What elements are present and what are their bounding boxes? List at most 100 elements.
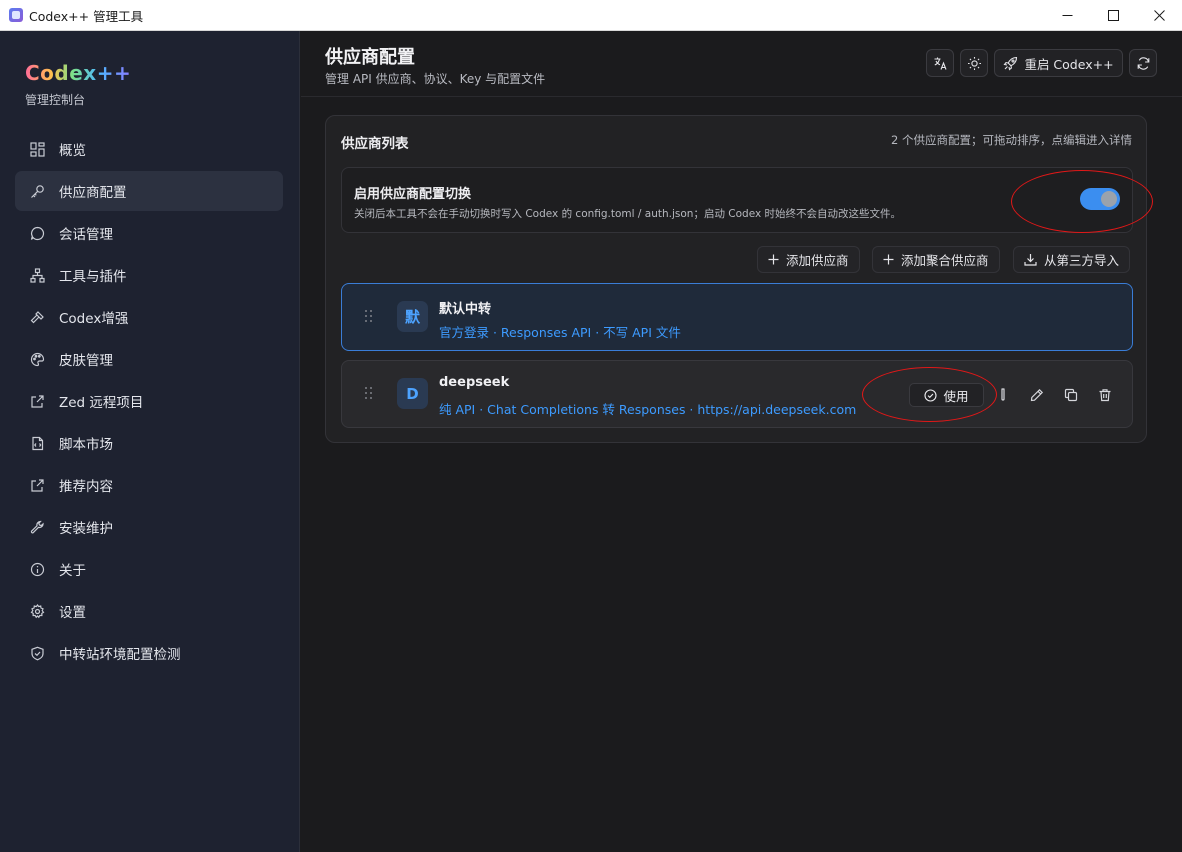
edit-provider-button[interactable] — [1028, 386, 1046, 404]
sidebar-item-sessions[interactable]: 会话管理 — [15, 213, 283, 253]
window-title: Codex++ 管理工具 — [29, 8, 144, 24]
use-button-label: 使用 — [943, 388, 969, 404]
sidebar-item-label: Zed 远程项目 — [59, 395, 144, 411]
restart-codex-button[interactable]: 重启 Codex++ — [994, 49, 1123, 77]
card-title: 供应商列表 — [341, 136, 409, 152]
sidebar-item-tools[interactable]: 工具与插件 — [15, 255, 283, 295]
gear-icon — [29, 603, 45, 619]
sidebar-item-label: 脚本市场 — [59, 437, 113, 453]
sidebar-item-script-market[interactable]: 脚本市场 — [15, 423, 283, 463]
toggle-description: 关闭后本工具不会在手动切换时写入 Codex 的 config.toml / a… — [354, 208, 902, 220]
sidebar-nav: 概览 供应商配置 会话管理 工具与插件 Codex增强 皮肤管理 Zed 远程项… — [15, 129, 283, 675]
delete-provider-button[interactable] — [1096, 386, 1114, 404]
rocket-icon — [1003, 56, 1018, 70]
minimize-button[interactable] — [1044, 0, 1090, 31]
test-tube-icon — [1001, 388, 1005, 401]
provider-switch-toggle[interactable] — [1080, 188, 1120, 210]
sidebar-item-label: 推荐内容 — [59, 479, 113, 495]
external-link-icon — [29, 393, 45, 409]
sidebar-item-label: 关于 — [59, 563, 86, 579]
dashboard-icon — [29, 141, 45, 157]
title-bar: Codex++ 管理工具 — [0, 0, 1182, 31]
info-icon — [29, 561, 45, 577]
add-provider-label: 添加供应商 — [786, 253, 849, 268]
add-provider-button[interactable]: 添加供应商 — [757, 246, 860, 273]
import-third-party-button[interactable]: 从第三方导入 — [1013, 246, 1131, 273]
close-window-button[interactable] — [1136, 0, 1182, 31]
provider-avatar: D — [397, 378, 428, 409]
translate-icon — [934, 57, 947, 70]
provider-description: 纯 API · Chat Completions 转 Responses · h… — [439, 402, 857, 417]
page-header: 供应商配置 管理 API 供应商、协议、Key 与配置文件 重启 Codex++ — [301, 31, 1182, 97]
sidebar-item-label: 皮肤管理 — [59, 353, 113, 369]
download-icon — [1024, 254, 1037, 266]
sidebar-item-provider-config[interactable]: 供应商配置 — [15, 171, 283, 211]
page-subtitle: 管理 API 供应商、协议、Key 与配置文件 — [325, 72, 546, 86]
hammer-icon — [29, 309, 45, 325]
sidebar-item-label: 概览 — [59, 143, 86, 159]
language-button[interactable] — [926, 49, 954, 77]
provider-description: 官方登录 · Responses API · 不写 API 文件 — [439, 325, 681, 340]
add-aggregate-label: 添加聚合供应商 — [901, 253, 989, 268]
toggle-knob — [1101, 191, 1117, 207]
provider-switch-setting: 启用供应商配置切换 关闭后本工具不会在手动切换时写入 Codex 的 confi… — [341, 167, 1133, 233]
palette-icon — [29, 351, 45, 367]
test-provider-button[interactable] — [994, 386, 1012, 404]
chat-icon — [29, 225, 45, 241]
script-icon — [29, 435, 45, 451]
sun-icon — [967, 56, 981, 70]
sidebar-item-recommended[interactable]: 推荐内容 — [15, 465, 283, 505]
page-title: 供应商配置 — [325, 47, 415, 68]
app-logo-icon — [9, 8, 23, 22]
maximize-button[interactable] — [1090, 0, 1136, 31]
network-icon — [29, 267, 45, 283]
provider-name: deepseek — [439, 375, 510, 390]
provider-list-card: 供应商列表 2 个供应商配置；可拖动排序，点编辑进入详情 启用供应商配置切换 关… — [325, 115, 1147, 443]
sidebar-item-label: Codex增强 — [59, 311, 129, 327]
sidebar-item-label: 会话管理 — [59, 227, 113, 243]
sidebar-item-zed-remote[interactable]: Zed 远程项目 — [15, 381, 283, 421]
check-circle-icon — [924, 388, 938, 402]
shield-icon — [29, 645, 45, 661]
import-label: 从第三方导入 — [1044, 253, 1120, 268]
sidebar-item-relay-check[interactable]: 中转站环境配置检测 — [15, 633, 283, 673]
close-icon — [1153, 10, 1165, 21]
sidebar-item-install[interactable]: 安装维护 — [15, 507, 283, 547]
sidebar-item-settings[interactable]: 设置 — [15, 591, 283, 631]
sidebar-item-label: 供应商配置 — [59, 185, 127, 201]
restart-button-label: 重启 Codex++ — [1024, 56, 1114, 72]
provider-row[interactable]: 默 默认中转 官方登录 · Responses API · 不写 API 文件 — [341, 283, 1133, 351]
card-note: 2 个供应商配置；可拖动排序，点编辑进入详情 — [891, 133, 1132, 147]
refresh-icon — [1137, 56, 1149, 70]
maximize-icon — [1107, 10, 1119, 21]
sidebar-item-label: 工具与插件 — [59, 269, 127, 285]
sidebar-item-about[interactable]: 关于 — [15, 549, 283, 589]
add-aggregate-provider-button[interactable]: 添加聚合供应商 — [872, 246, 1000, 273]
provider-name: 默认中转 — [439, 302, 492, 317]
sidebar-item-overview[interactable]: 概览 — [15, 129, 283, 169]
sidebar-item-label: 中转站环境配置检测 — [59, 647, 181, 663]
provider-avatar: 默 — [397, 301, 428, 332]
theme-toggle-button[interactable] — [960, 49, 988, 77]
use-provider-button[interactable]: 使用 — [909, 383, 984, 407]
copy-provider-button[interactable] — [1062, 386, 1080, 404]
external-link-icon — [29, 477, 45, 493]
copy-icon — [1064, 388, 1078, 402]
sidebar-item-label: 安装维护 — [59, 521, 113, 537]
plus-icon — [883, 254, 894, 265]
sidebar-item-skins[interactable]: 皮肤管理 — [15, 339, 283, 379]
brand-logo: Codex++ — [25, 61, 132, 85]
drag-handle-icon[interactable] — [365, 310, 373, 324]
wrench-icon — [29, 519, 45, 535]
key-icon — [29, 183, 45, 199]
main-content: 供应商配置 管理 API 供应商、协议、Key 与配置文件 重启 Codex++… — [301, 31, 1182, 852]
plus-icon — [768, 254, 779, 265]
drag-handle-icon[interactable] — [365, 387, 373, 401]
trash-icon — [1099, 389, 1111, 402]
sidebar-item-codex-enhance[interactable]: Codex增强 — [15, 297, 283, 337]
pencil-icon — [1030, 388, 1044, 402]
sidebar: Codex++ 管理控制台 概览 供应商配置 会话管理 工具与插件 Codex增… — [0, 31, 300, 852]
sidebar-item-label: 设置 — [59, 605, 86, 621]
refresh-button[interactable] — [1129, 49, 1157, 77]
provider-row[interactable]: D deepseek 纯 API · Chat Completions 转 Re… — [341, 360, 1133, 428]
